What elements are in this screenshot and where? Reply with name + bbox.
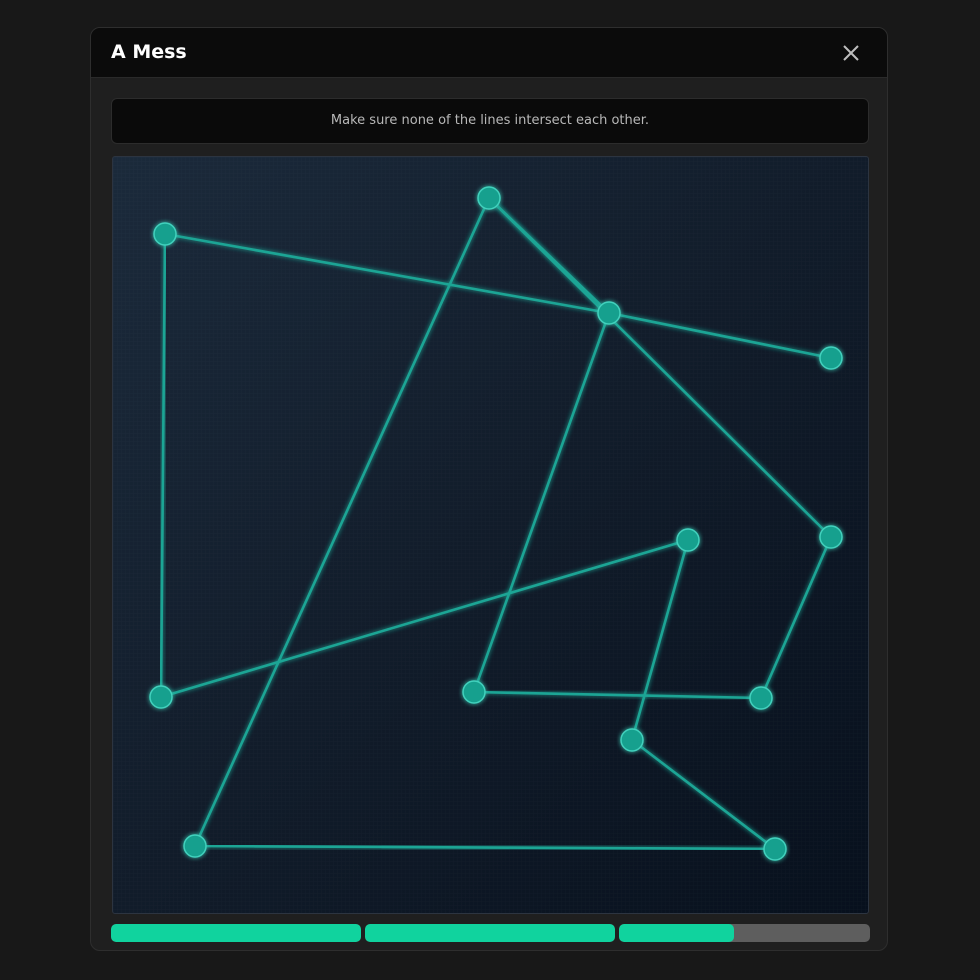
- progress-segment-1: [111, 924, 361, 942]
- progress-segment-2: [365, 924, 615, 942]
- progress-fill-1: [111, 924, 361, 942]
- node-n10[interactable]: [183, 834, 207, 858]
- window-title: A Mess: [111, 41, 187, 63]
- instructions-banner: Make sure none of the lines intersect ea…: [111, 98, 869, 144]
- board-canvas: [113, 157, 868, 913]
- node-n11[interactable]: [620, 728, 644, 752]
- progress-fill-3: [619, 924, 735, 942]
- node-n12[interactable]: [763, 837, 787, 861]
- node-n5[interactable]: [819, 525, 843, 549]
- puzzle-window: A Mess Make sure none of the lines inter…: [90, 27, 888, 951]
- node-n8[interactable]: [462, 680, 486, 704]
- node-n3[interactable]: [597, 301, 621, 325]
- node-n7[interactable]: [749, 686, 773, 710]
- progress-segment-3: [619, 924, 870, 942]
- progress-bar: [111, 924, 871, 944]
- node-n2[interactable]: [477, 186, 501, 210]
- puzzle-board[interactable]: [112, 156, 869, 914]
- node-n4[interactable]: [819, 346, 843, 370]
- progress-fill-2: [365, 924, 615, 942]
- close-icon: [843, 45, 859, 61]
- node-n6[interactable]: [676, 528, 700, 552]
- node-n9[interactable]: [149, 685, 173, 709]
- titlebar: A Mess: [91, 28, 887, 78]
- close-button[interactable]: [839, 41, 863, 65]
- node-n1[interactable]: [153, 222, 177, 246]
